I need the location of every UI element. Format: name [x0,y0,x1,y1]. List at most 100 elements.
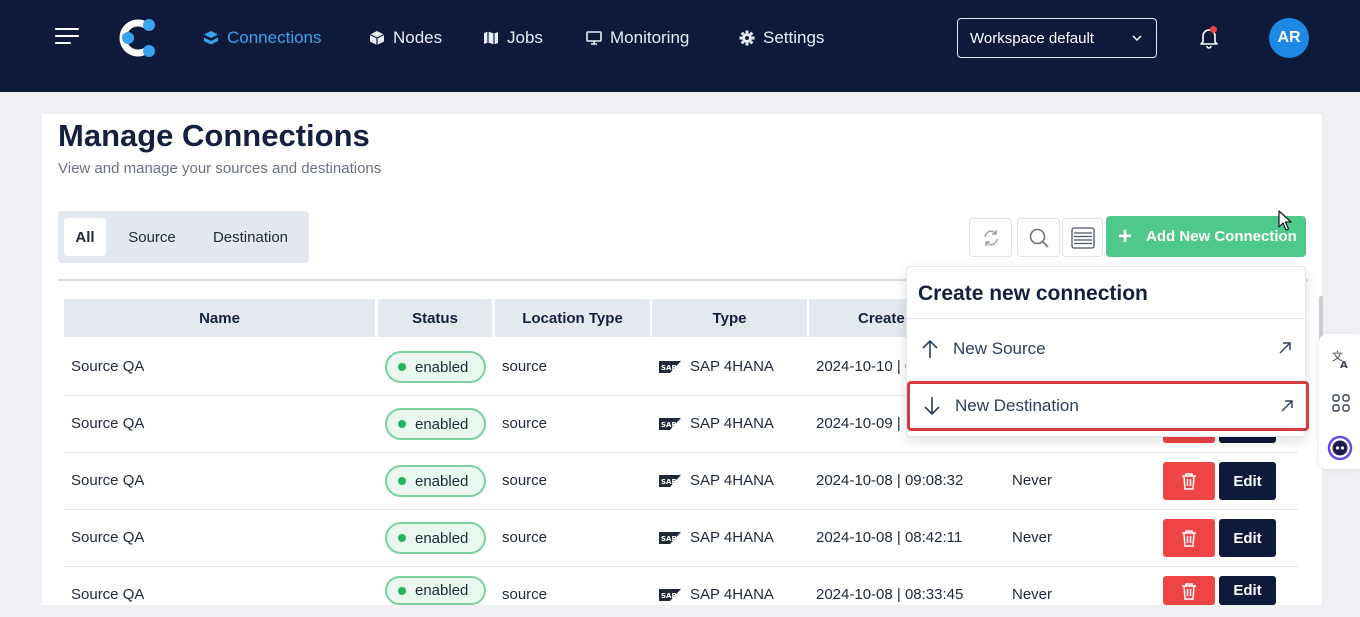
nav-label: Settings [763,28,825,47]
apps-grid-icon[interactable] [1330,392,1352,414]
page-title: Manage Connections [58,118,370,153]
sap-logo-icon: SAP [659,361,681,373]
notification-dot [1210,26,1217,33]
table-row-last-run: Never [1012,529,1053,546]
page-bottom-strip [0,605,1360,617]
row-divider [64,566,1298,567]
table-row-type: SAP 4HANA [690,472,774,489]
dropdown-title: Create new connection [918,282,1148,305]
new-source-option[interactable]: New Source [907,325,1305,373]
column-header-name[interactable]: Name [64,299,375,337]
arrow-down-icon [924,397,940,416]
gear-icon [739,30,755,46]
status-label: enabled [415,415,469,433]
menu-icon[interactable] [55,28,79,46]
filter-all[interactable]: All [64,218,106,256]
assistant-icon[interactable] [1327,435,1353,461]
nav-jobs[interactable]: Jobs [483,26,543,50]
status-label: enabled [415,582,469,599]
table-row-created: 2024-10-09 | [816,415,901,432]
column-header-type[interactable]: Type [652,299,807,337]
top-navbar: Connections Nodes Jobs Monitoring Settin… [0,0,1360,92]
table-row-name: Source QA [71,358,145,375]
map-icon [484,31,498,45]
table-row-created: 2024-10-08 | 08:33:45 [816,586,964,603]
edit-button[interactable]: Edit [1219,519,1276,557]
plus-icon: + [1118,222,1133,250]
nav-monitoring[interactable]: Monitoring [586,26,689,50]
table-row-type: SAP 4HANA [690,586,774,603]
table-row-name: Source QA [71,472,145,489]
table-row-name: Source QA [71,529,145,546]
nav-connections[interactable]: Connections [203,26,322,50]
monitor-icon [586,31,602,45]
nav-label: Monitoring [610,28,690,47]
table-row-last-run: Never [1012,586,1053,603]
column-header-location-type[interactable]: Location Type [495,299,650,337]
sap-logo-icon: SAP [659,589,681,601]
trash-icon [1182,530,1196,547]
new-source-label: New Source [953,339,1046,358]
refresh-button[interactable] [969,218,1012,257]
trash-icon [1182,582,1196,600]
sap-logo-icon: SAP [659,475,681,487]
add-new-connection-button[interactable]: + Add New Connection [1106,216,1306,257]
workspace-select[interactable]: Workspace default [957,18,1157,58]
filter-tabs: All Source Destination [58,211,309,263]
external-arrow-icon [1281,400,1293,412]
status-badge: enabled [385,351,486,383]
status-badge: enabled [385,465,486,497]
create-connection-dropdown: Create new connection New Source New Des… [906,266,1309,437]
status-badge: enabled [385,408,486,440]
columns-button[interactable] [1062,218,1103,257]
avatar-initials: AR [1277,29,1301,46]
table-row-type: SAP 4HANA [690,529,774,546]
avatar[interactable]: AR [1269,18,1309,58]
search-button[interactable] [1017,218,1060,257]
rows-icon [1070,226,1095,249]
filter-destination[interactable]: Destination [198,218,303,256]
table-row-name: Source QA [71,586,145,603]
status-label: enabled [415,472,469,490]
translate-icon[interactable]: 文A [1330,348,1352,370]
row-divider [64,509,1298,510]
table-row-name: Source QA [71,415,145,432]
status-badge: enabled [385,522,486,554]
box-icon [369,31,385,45]
cube-stack-icon [204,31,218,45]
delete-button[interactable] [1163,576,1215,605]
row-divider [64,452,1298,453]
table-row-location: source [502,586,548,603]
table-row-type: SAP 4HANA [690,358,774,375]
svg-text:SAP: SAP [661,364,677,372]
delete-button[interactable] [1163,519,1215,557]
new-destination-option[interactable]: New Destination [907,381,1309,431]
column-header-status[interactable]: Status [378,299,492,337]
workspace-value: Workspace default [970,29,1094,47]
table-row-location: source [502,358,548,375]
trash-icon [1182,473,1196,490]
svg-text:SAP: SAP [661,592,677,600]
edit-button[interactable]: Edit [1219,462,1276,500]
add-button-label: Add New Connection [1146,228,1297,245]
edit-button[interactable]: Edit [1219,576,1276,605]
refresh-icon [983,229,998,246]
status-label: enabled [415,529,469,547]
app-logo[interactable] [117,17,157,59]
table-row-last-run: Never [1012,472,1053,489]
page-subtitle: View and manage your sources and destina… [58,160,382,177]
arrow-up-icon [922,339,938,358]
filter-source[interactable]: Source [116,218,188,256]
svg-text:SAP: SAP [661,535,677,543]
nav-nodes[interactable]: Nodes [369,26,442,50]
sap-logo-icon: SAP [659,418,681,430]
nav-settings[interactable]: Settings [739,26,824,50]
table-row-type: SAP 4HANA [690,415,774,432]
bell-icon[interactable] [1197,26,1221,50]
table-row-location: source [502,415,548,432]
svg-text:A: A [1340,360,1348,370]
delete-button[interactable] [1163,462,1215,500]
external-arrow-icon [1279,342,1291,354]
table-row-created: 2024-10-10 | 0 [816,358,914,375]
table-row-created: 2024-10-08 | 08:42:11 [816,529,963,546]
